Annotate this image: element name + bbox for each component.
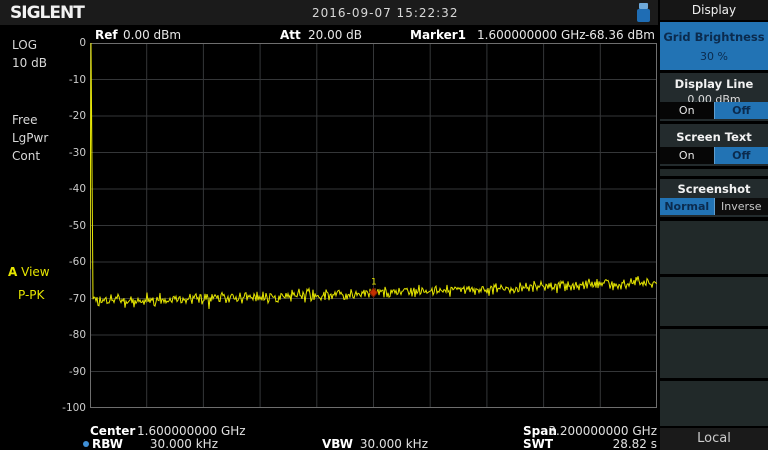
spectrum-analyzer-screen: SIGLENT 2016-09-07 15:22:32 LOG 10 dB Fr… bbox=[0, 0, 768, 450]
screen-text-on-option[interactable]: On bbox=[660, 147, 714, 164]
marker1-id: 1 bbox=[371, 278, 377, 288]
y-tick-label: -10 bbox=[46, 74, 86, 86]
y-tick-label: -20 bbox=[46, 110, 86, 122]
rbw-coupled-indicator-icon bbox=[83, 441, 89, 447]
ref-level-value: 0.00 dBm bbox=[123, 28, 181, 42]
screenshot-button[interactable]: Screenshot Normal Inverse bbox=[660, 179, 768, 217]
rbw-label: RBW bbox=[92, 437, 123, 450]
y-tick-label: -50 bbox=[46, 220, 86, 232]
menu-title: Display bbox=[660, 0, 768, 22]
blank-softkey-2 bbox=[660, 277, 768, 326]
screen-text-off-option[interactable]: Off bbox=[714, 147, 768, 164]
blank-softkey-4 bbox=[660, 381, 768, 426]
vbw-label: VBW bbox=[322, 437, 353, 450]
rbw-value: 30.000 kHz bbox=[130, 437, 218, 450]
ref-level-label: Ref bbox=[95, 28, 118, 42]
display-line-button[interactable]: Display Line 0.00 dBm On Off bbox=[660, 73, 768, 121]
grid-brightness-label: Grid Brightness bbox=[660, 22, 768, 44]
display-line-toggle: On Off bbox=[660, 102, 768, 119]
attenuation-label: Att bbox=[280, 28, 301, 42]
y-tick-label: -40 bbox=[46, 183, 86, 195]
y-tick-label: -70 bbox=[46, 293, 86, 305]
top-bar: SIGLENT 2016-09-07 15:22:32 bbox=[0, 0, 658, 25]
datetime-display: 2016-09-07 15:22:32 bbox=[312, 6, 458, 20]
screen-text-label: Screen Text bbox=[660, 124, 768, 144]
usb-drive-icon bbox=[637, 3, 651, 22]
marker1-diamond-icon bbox=[370, 288, 378, 297]
display-line-on-option[interactable]: On bbox=[660, 102, 714, 119]
swt-value: 28.82 s bbox=[545, 437, 657, 450]
y-tick-label: 0 bbox=[46, 37, 86, 49]
y-tick-label: -80 bbox=[46, 329, 86, 341]
usb-body bbox=[637, 9, 650, 22]
screenshot-label: Screenshot bbox=[660, 179, 768, 196]
screenshot-normal-option[interactable]: Normal bbox=[660, 198, 715, 215]
display-line-label: Display Line bbox=[660, 73, 768, 91]
screen-text-toggle: On Off bbox=[660, 147, 768, 164]
screenshot-inverse-option[interactable]: Inverse bbox=[715, 198, 768, 215]
local-button[interactable]: Local bbox=[660, 428, 768, 450]
menu-spacer bbox=[660, 169, 768, 176]
y-tick-label: -60 bbox=[46, 256, 86, 268]
marker1-label: Marker1 bbox=[410, 28, 466, 42]
blank-softkey-3 bbox=[660, 329, 768, 378]
attenuation-value: 20.00 dB bbox=[308, 28, 362, 42]
grid-brightness-value: 30 % bbox=[660, 44, 768, 63]
siglent-logo: SIGLENT bbox=[10, 3, 84, 23]
y-tick-label: -100 bbox=[46, 402, 86, 414]
display-line-off-option[interactable]: Off bbox=[714, 102, 768, 119]
span-value: 3.200000000 GHz bbox=[545, 424, 657, 438]
screenshot-toggle: Normal Inverse bbox=[660, 198, 768, 215]
center-freq-label: Center bbox=[90, 424, 135, 438]
y-tick-label: -30 bbox=[46, 147, 86, 159]
center-freq-value: 1.600000000 GHz bbox=[137, 424, 246, 438]
blank-softkey-1 bbox=[660, 221, 768, 274]
vbw-value: 30.000 kHz bbox=[350, 437, 428, 450]
spectrum-graph: 1 bbox=[90, 43, 657, 408]
marker1-amplitude: -68.36 dBm bbox=[565, 28, 655, 42]
softkey-menu-panel: Display Grid Brightness 30 % Display Lin… bbox=[660, 0, 768, 450]
grid-brightness-button[interactable]: Grid Brightness 30 % bbox=[660, 22, 768, 70]
y-tick-label: -90 bbox=[46, 366, 86, 378]
y-axis-labels: 0-10-20-30-40-50-60-70-80-90-100 bbox=[0, 43, 86, 408]
screen-text-button[interactable]: Screen Text On Off bbox=[660, 124, 768, 166]
